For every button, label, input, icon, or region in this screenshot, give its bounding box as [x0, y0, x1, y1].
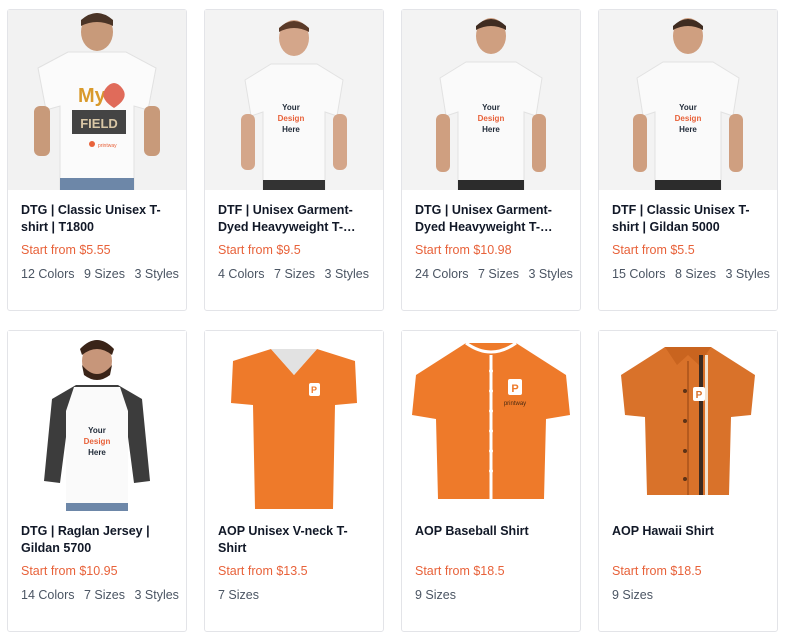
product-image-orange-vneck-tshirt[interactable]: P	[205, 331, 383, 511]
color-count: 12 Colors	[21, 267, 75, 281]
color-count: 15 Colors	[612, 267, 666, 281]
product-price: Start from $5.55	[21, 243, 111, 257]
style-count: 3 Styles	[725, 267, 770, 281]
svg-text:FIELD: FIELD	[80, 116, 118, 131]
design-placeholder-text: Here	[282, 125, 300, 134]
design-placeholder-text: Design	[675, 114, 702, 123]
product-title[interactable]: DTG | Classic Unisex T-shirt | T1800	[21, 202, 179, 236]
product-specs: 9 Sizes	[612, 588, 659, 602]
product-card[interactable]: Your Design Here DTG | Unisex Garment-Dy…	[401, 9, 581, 311]
product-specs: 24 Colors 7 Sizes 3 Styles	[415, 267, 579, 281]
product-specs: 7 Sizes	[218, 588, 265, 602]
color-count: 24 Colors	[415, 267, 469, 281]
product-card[interactable]: P AOP Hawaii Shirt Start from $18.5 9 Si…	[598, 330, 778, 632]
product-card[interactable]: P AOP Unisex V-neck T-Shirt Start from $…	[204, 330, 384, 632]
product-image-white-tshirt-model[interactable]: Your Design Here	[599, 10, 777, 190]
design-placeholder-text: Here	[482, 125, 500, 134]
product-card[interactable]: Your Design Here DTG | Raglan Jersey | G…	[7, 330, 187, 632]
product-price: Start from $10.98	[415, 243, 512, 257]
product-price: Start from $10.95	[21, 564, 118, 578]
product-title[interactable]: AOP Hawaii Shirt	[612, 523, 770, 540]
design-placeholder-text: Design	[278, 114, 305, 123]
product-specs: 9 Sizes	[415, 588, 462, 602]
brand-logo-text: printway	[98, 143, 117, 149]
product-image-orange-hawaii-shirt[interactable]: P	[599, 331, 777, 511]
color-count: 14 Colors	[21, 588, 75, 602]
product-specs: 4 Colors 7 Sizes 3 Styles	[218, 267, 375, 281]
product-grid: My FIELD printway DTG | Classic Unisex T…	[0, 0, 800, 641]
product-image-white-tshirt-model[interactable]: Your Design Here	[402, 10, 580, 190]
size-count: 9 Sizes	[415, 588, 456, 602]
product-title[interactable]: AOP Unisex V-neck T-Shirt	[218, 523, 376, 557]
product-price: Start from $13.5	[218, 564, 308, 578]
size-count: 7 Sizes	[274, 267, 316, 281]
size-count: 8 Sizes	[674, 267, 716, 281]
product-image-white-tshirt-model[interactable]: Your Design Here	[205, 10, 383, 190]
product-price: Start from $5.5	[612, 243, 695, 257]
product-card[interactable]: Your Design Here DTF | Unisex Garment-Dy…	[204, 9, 384, 311]
design-placeholder-text: Your	[282, 103, 300, 112]
product-title[interactable]: AOP Baseball Shirt	[415, 523, 573, 540]
size-count: 9 Sizes	[612, 588, 653, 602]
svg-text:P: P	[311, 385, 317, 395]
svg-text:My: My	[78, 85, 107, 107]
product-specs: 12 Colors 9 Sizes 3 Styles	[21, 267, 185, 281]
color-count: 4 Colors	[218, 267, 265, 281]
design-placeholder-text: Design	[478, 114, 505, 123]
style-count: 3 Styles	[134, 267, 179, 281]
style-count: 3 Styles	[528, 267, 573, 281]
design-placeholder-text: Your	[88, 426, 106, 435]
design-placeholder-text: Your	[482, 103, 500, 112]
product-price: Start from $18.5	[415, 564, 505, 578]
size-count: 7 Sizes	[218, 588, 259, 602]
design-placeholder-text: Your	[679, 103, 697, 112]
product-title[interactable]: DTF | Classic Unisex T-shirt | Gildan 50…	[612, 202, 770, 236]
size-count: 7 Sizes	[83, 588, 125, 602]
product-image-white-tshirt-model[interactable]: My FIELD printway	[8, 10, 186, 190]
style-count: 3 Styles	[134, 588, 179, 602]
style-count: 3 Styles	[324, 267, 369, 281]
design-placeholder-text: Here	[679, 125, 697, 134]
product-card[interactable]: Your Design Here DTF | Classic Unisex T-…	[598, 9, 778, 311]
size-count: 9 Sizes	[83, 267, 125, 281]
svg-text:P: P	[511, 383, 518, 395]
svg-text:P: P	[696, 390, 703, 401]
product-title[interactable]: DTG | Unisex Garment-Dyed Heavyweight T-…	[415, 202, 573, 236]
product-specs: 15 Colors 8 Sizes 3 Styles	[612, 267, 776, 281]
brand-logo-text: printway	[504, 401, 526, 407]
product-title[interactable]: DTF | Unisex Garment-Dyed Heavyweight T-…	[218, 202, 376, 236]
product-image-raglan-model[interactable]: Your Design Here	[8, 331, 186, 511]
design-placeholder-text: Here	[88, 448, 106, 457]
product-price: Start from $9.5	[218, 243, 301, 257]
product-card[interactable]: P printway AOP Baseball Shirt Start from…	[401, 330, 581, 632]
size-count: 7 Sizes	[477, 267, 519, 281]
design-placeholder-text: Design	[84, 437, 111, 446]
product-price: Start from $18.5	[612, 564, 702, 578]
product-card[interactable]: My FIELD printway DTG | Classic Unisex T…	[7, 9, 187, 311]
product-image-orange-baseball-shirt[interactable]: P printway	[402, 331, 580, 511]
product-title[interactable]: DTG | Raglan Jersey | Gildan 5700	[21, 523, 179, 557]
product-specs: 14 Colors 7 Sizes 3 Styles	[21, 588, 185, 602]
